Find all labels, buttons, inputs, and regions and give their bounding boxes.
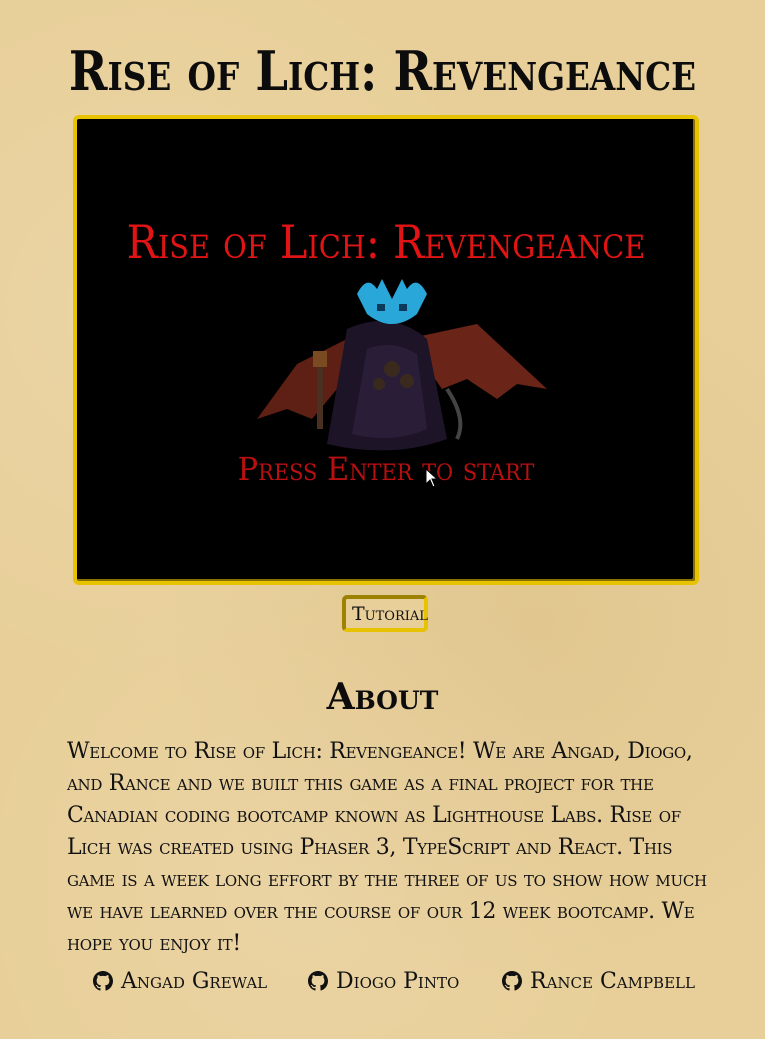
tutorial-button[interactable]: Tutorial <box>342 595 428 632</box>
credits-links: Angad Grewal Diogo Pinto Rance Campbell <box>0 964 765 998</box>
github-icon <box>502 971 522 991</box>
credit-name: Diogo Pinto <box>336 968 460 994</box>
about-heading: About <box>326 675 439 718</box>
credit-name: Angad Grewal <box>121 968 268 994</box>
page-title: Rise of Lich: Revengeance <box>68 39 697 104</box>
credit-link-rance[interactable]: Rance Campbell <box>502 964 695 998</box>
github-icon <box>308 971 328 991</box>
game-title-text: Rise of Lich: Revengeance <box>126 215 646 269</box>
press-enter-prompt: Press Enter to start <box>237 450 535 488</box>
credit-link-angad[interactable]: Angad Grewal <box>93 964 267 998</box>
credit-name: Rance Campbell <box>530 968 695 994</box>
game-canvas[interactable]: Rise of Lich: Revengeance Press Enter to… <box>73 115 699 585</box>
mouse-cursor-icon <box>425 468 439 488</box>
credit-link-diogo[interactable]: Diogo Pinto <box>308 964 459 998</box>
lich-sprite-image <box>257 279 547 451</box>
about-paragraph: Welcome to Rise of Lich: Revengeance! We… <box>67 739 707 956</box>
github-icon <box>93 971 113 991</box>
